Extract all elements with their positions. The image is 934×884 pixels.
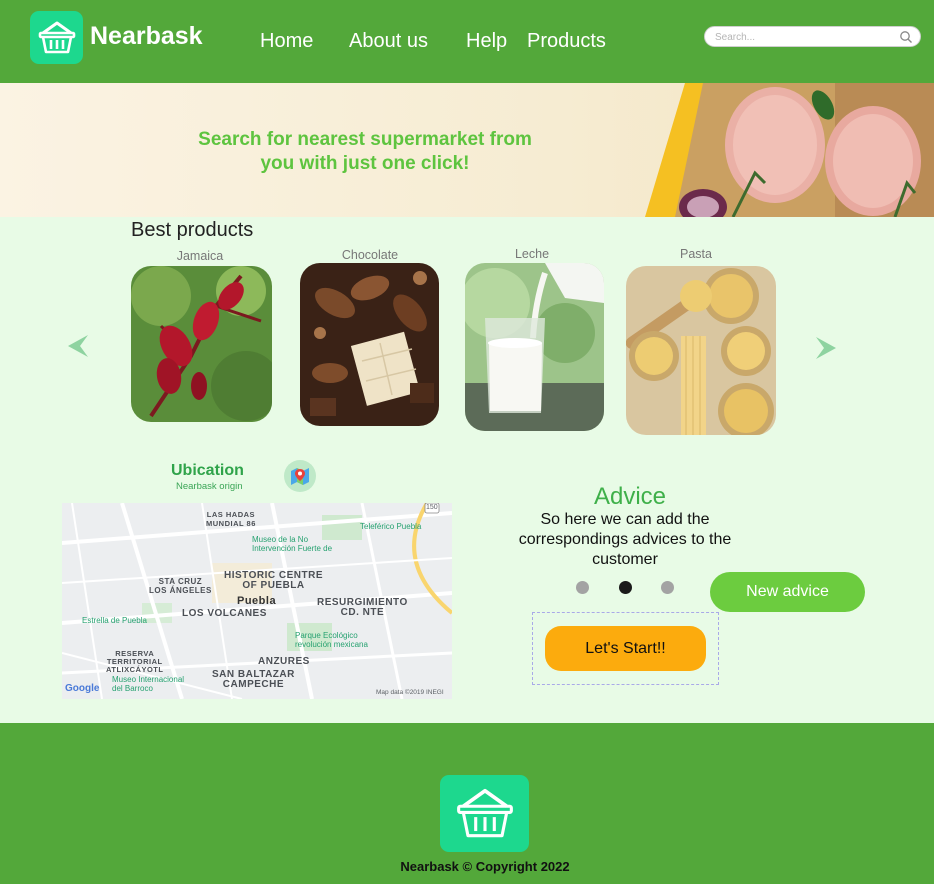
carousel-next-arrow-icon[interactable] bbox=[814, 335, 838, 361]
map-label-san-baltazar: SAN BALTAZAR CAMPECHE bbox=[212, 669, 295, 690]
product-card-pasta[interactable] bbox=[626, 266, 776, 435]
google-logo: Google bbox=[65, 683, 100, 694]
basket-icon bbox=[38, 21, 75, 53]
nav-help[interactable]: Help bbox=[466, 30, 507, 53]
hero-line-2: you with just one click! bbox=[260, 153, 470, 174]
nav-about[interactable]: About us bbox=[349, 30, 428, 53]
search-bar bbox=[704, 26, 921, 47]
hero-line-1: Search for nearest supermarket from bbox=[198, 129, 532, 150]
product-card-jamaica[interactable] bbox=[131, 266, 272, 422]
map-label-reserva: RESERVA TERRITORIAL ATLIXCÁYOTL bbox=[106, 649, 164, 674]
map-label-resurgimiento: RESURGIMIENTO CD. NTE bbox=[317, 597, 408, 618]
pasta-image bbox=[626, 266, 776, 435]
lets-start-button[interactable]: Let's Start!! bbox=[545, 626, 706, 671]
product-card-chocolate[interactable] bbox=[300, 263, 439, 426]
map-label-las-hadas: LAS HADAS MUNDIAL 86 bbox=[206, 510, 256, 528]
ubication-title: Ubication bbox=[171, 462, 244, 479]
search-input[interactable] bbox=[715, 29, 895, 45]
advice-dot-3[interactable] bbox=[661, 581, 674, 594]
logo[interactable] bbox=[30, 11, 83, 64]
brand-name: Nearbask bbox=[90, 22, 203, 50]
milk-image bbox=[465, 263, 604, 431]
product-label-jamaica: Jamaica bbox=[176, 249, 224, 263]
map-highway-label: 150 bbox=[426, 504, 438, 511]
advice-text: So here we can add the correspondings ad… bbox=[518, 511, 732, 568]
jamaica-image bbox=[131, 266, 272, 422]
map-poi-parque: Parque Ecológico revolución mexicana bbox=[295, 631, 368, 649]
basket-icon bbox=[456, 788, 513, 837]
map-poi-teleferico: Teleférico Puebla bbox=[360, 522, 422, 531]
map-label-anzures: ANZURES bbox=[258, 656, 310, 667]
ubication-subtitle: Nearbask origin bbox=[176, 481, 243, 492]
best-products-title: Best products bbox=[131, 219, 254, 241]
meat-image bbox=[645, 83, 934, 217]
top-navbar: Nearbask Home About us Help Products bbox=[0, 0, 934, 83]
map-poi-museo-no: Museo de la No Intervención Fuerte de bbox=[252, 535, 333, 553]
product-label-chocolate: Chocolate bbox=[341, 248, 399, 262]
map-label-volcanes: LOS VOLCANES bbox=[182, 608, 267, 619]
map-label-historic: HISTORIC CENTRE OF PUEBLA bbox=[224, 570, 323, 591]
map-view[interactable]: 150 LAS HADAS MUNDIAL 86 Teleférico Pueb… bbox=[62, 503, 452, 699]
map-poi-museo-barroco: Museo Internacional del Barroco bbox=[112, 675, 185, 693]
map-label-puebla: Puebla bbox=[237, 595, 277, 607]
footer: Nearbask © Copyright 2022 bbox=[0, 723, 934, 884]
map-label-sta-cruz: STA CRUZ LOS ÁNGELES bbox=[149, 577, 212, 595]
map-attribution: Map data ©2019 INEGI bbox=[376, 689, 444, 696]
carousel-prev-arrow-icon[interactable] bbox=[66, 333, 90, 359]
footer-logo[interactable] bbox=[440, 775, 529, 852]
advice-dot-2-active[interactable] bbox=[619, 581, 632, 594]
nav-home[interactable]: Home bbox=[260, 30, 313, 53]
search-icon[interactable] bbox=[899, 30, 913, 44]
hero-banner: Search for nearest supermarket from you … bbox=[0, 83, 934, 217]
product-label-pasta: Pasta bbox=[680, 247, 712, 261]
hero-headline: Search for nearest supermarket from you … bbox=[160, 128, 570, 176]
nav-products[interactable]: Products bbox=[527, 30, 606, 53]
copyright-text: Nearbask © Copyright 2022 bbox=[400, 859, 570, 874]
product-label-leche: Leche bbox=[514, 247, 550, 261]
chocolate-image bbox=[300, 263, 439, 426]
advice-dot-1[interactable] bbox=[576, 581, 589, 594]
map-poi-estrella: Estrella de Puebla bbox=[82, 616, 147, 625]
product-card-leche[interactable] bbox=[465, 263, 604, 431]
advice-title: Advice bbox=[593, 483, 667, 510]
map-location-icon bbox=[291, 468, 309, 485]
map-pin-icon[interactable] bbox=[284, 460, 316, 492]
new-advice-button[interactable]: New advice bbox=[710, 572, 865, 612]
